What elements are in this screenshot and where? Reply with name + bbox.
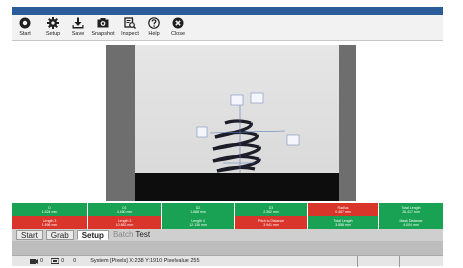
measurement-cell[interactable]: Mask Distance 4.004 mm [379, 216, 443, 230]
measurement-cell[interactable]: D1 4.450 mm [88, 203, 162, 217]
snapshot-button[interactable]: Snapshot [89, 15, 117, 41]
setup-label: Setup [45, 31, 61, 37]
measurement-value: 3.858 mm [335, 223, 351, 227]
camera-status: 0 [30, 258, 43, 264]
device-icon [51, 258, 60, 264]
save-button[interactable]: Save [67, 15, 89, 41]
measurement-value: 0.467 mm [335, 210, 351, 214]
measurement-value: 1.624 mm [41, 210, 58, 214]
measurement-value: 4.004 mm [403, 223, 419, 227]
start-button[interactable]: Start [14, 15, 36, 41]
status-message: System [Pixels] X:238 Y:1910 Pixelvalue … [90, 258, 200, 264]
status-bar: 0 0 0 System [Pixels] X:238 Y:1910 Pixel… [12, 255, 443, 267]
snapshot-label: Snapshot [91, 31, 115, 37]
inspect-button[interactable]: Inspect [118, 15, 142, 41]
measurement-value: 12.136 mm [189, 223, 207, 227]
gear-icon [47, 17, 59, 29]
tab-content-panel [12, 241, 443, 255]
close-label: Close [170, 31, 186, 37]
measurement-cell[interactable]: Length 3 1.696 mm [12, 216, 88, 230]
tab-batch[interactable]: Batch [112, 230, 134, 240]
tab-bar: Start Grab Setup Batch Test [12, 229, 443, 241]
tab-grab[interactable]: Grab [45, 230, 74, 240]
measurement-cell[interactable]: Radius 0.467 mm [308, 203, 379, 217]
measurement-value: 4.450 mm [116, 210, 133, 214]
save-label: Save [71, 31, 85, 37]
start-icon [19, 17, 31, 29]
toolbar: Start Setup Save Snapshot Inspect Help C… [12, 15, 443, 41]
camera-count: 0 [40, 258, 44, 264]
measurement-cell[interactable]: D3 2.362 mm [235, 203, 308, 217]
device-count: 0 [61, 258, 65, 264]
camera-icon [97, 18, 109, 28]
close-button[interactable]: Close [167, 15, 189, 41]
measurement-value: 10.682 mm [115, 223, 134, 227]
tab-start[interactable]: Start [16, 230, 43, 240]
status-divider [357, 256, 358, 267]
measurement-value: 1.696 mm [41, 223, 58, 227]
measurement-cell[interactable]: D 1.624 mm [12, 203, 88, 217]
measurement-value: 3.941 mm [263, 223, 279, 227]
help-label: Help [148, 31, 160, 37]
measurement-cell[interactable]: Length 4 12.136 mm [162, 216, 235, 230]
measurement-row-1: D 1.624 mm D1 4.450 mm D2 1.668 mm D3 2.362 … [12, 203, 443, 217]
inspect-icon [124, 17, 136, 29]
measurement-value: 1.668 mm [190, 210, 206, 214]
status-divider [399, 256, 400, 267]
setup-button[interactable]: Setup [42, 15, 64, 41]
measurement-cell[interactable]: Pitch to Distance 3.941 mm [235, 216, 308, 230]
tab-setup[interactable]: Setup [76, 230, 109, 240]
download-icon [72, 17, 84, 29]
camera-icon [30, 259, 38, 264]
tab-test[interactable]: Test [134, 230, 151, 240]
help-icon [148, 17, 160, 29]
start-label: Start [19, 31, 31, 37]
device-status: 0 [51, 258, 64, 264]
measurement-value: 2.362 mm [263, 210, 279, 214]
measurement-cell[interactable]: Total Length 26.417 mm [379, 203, 443, 217]
measurement-value: 26.417 mm [402, 210, 420, 214]
measurement-cell[interactable]: D2 1.668 mm [162, 203, 235, 217]
measurement-cell[interactable]: Length 3 10.682 mm [88, 216, 162, 230]
close-icon [172, 17, 184, 29]
image-floor [135, 173, 339, 201]
help-button[interactable]: Help [143, 15, 165, 41]
measurement-row-2: Length 3 1.696 mm Length 3 10.682 mm Lengt… [12, 216, 443, 230]
title-bar [12, 7, 443, 15]
camera-image[interactable] [135, 45, 339, 201]
inspect-label: Inspect [121, 31, 139, 37]
measurement-cell[interactable]: Total Length 3.858 mm [308, 216, 379, 230]
unit-count: 0 [73, 258, 77, 264]
